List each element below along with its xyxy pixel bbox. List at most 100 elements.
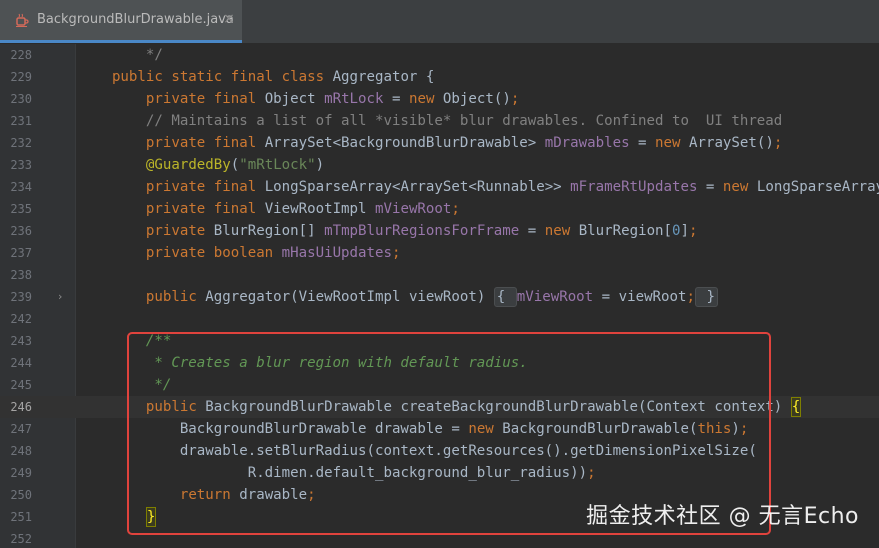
- code-token: ;: [773, 135, 783, 151]
- code-token: mViewRoot: [516, 289, 594, 305]
- tab-title: BackgroundBlurDrawable.java: [37, 12, 234, 27]
- code-token: new: [722, 179, 757, 195]
- fold-chevron-icon[interactable]: ›: [58, 286, 68, 308]
- code-token: private final: [145, 91, 265, 107]
- code-token: private: [145, 223, 214, 239]
- code-text: public Aggregator(ViewRootImpl viewRoot)…: [78, 286, 718, 308]
- line-number: 251: [10, 510, 32, 524]
- code-token: private boolean: [145, 245, 282, 261]
- code-token: BlurRegion[: [578, 223, 673, 239]
- line-number: 246: [10, 400, 32, 414]
- code-text: private final ViewRootImpl mViewRoot;: [78, 198, 460, 220]
- code-token: public: [145, 289, 206, 305]
- code-line[interactable]: 229 public static final class Aggregator…: [0, 66, 879, 88]
- line-number: 234: [10, 180, 32, 194]
- code-token: =: [383, 91, 409, 107]
- code-token: ;: [391, 245, 401, 261]
- code-token: new: [655, 135, 689, 151]
- code-token: ArraySet<BackgroundBlurDrawable>: [264, 135, 545, 151]
- code-token: ): [315, 157, 325, 173]
- line-number: 245: [10, 378, 32, 392]
- code-editor[interactable]: 228 */229 public static final class Aggr…: [0, 44, 879, 548]
- matched-brace: {: [790, 397, 802, 417]
- code-token: LongSparseArray(): [756, 179, 879, 195]
- line-number: 231: [10, 114, 32, 128]
- code-token: BlurRegion[]: [213, 223, 325, 239]
- java-file-icon: [14, 12, 30, 28]
- tab-backgroundblurdrawable-java[interactable]: BackgroundBlurDrawable.java ×: [0, 0, 242, 43]
- code-token: "mRtLock": [239, 157, 316, 173]
- code-text: private final LongSparseArray<ArraySet<R…: [78, 176, 879, 198]
- code-token: @GuardedBy: [145, 157, 231, 173]
- line-number: 237: [10, 246, 32, 260]
- line-number: 250: [10, 488, 32, 502]
- code-token: Object: [264, 91, 325, 107]
- code-text: private boolean mHasUiUpdates;: [78, 242, 401, 264]
- code-token: ViewRootImpl: [264, 201, 375, 217]
- close-icon[interactable]: ×: [222, 10, 236, 28]
- code-text: private final Object mRtLock = new Objec…: [78, 88, 519, 110]
- code-token: =: [629, 135, 656, 151]
- code-text: // Maintains a list of all *visible* blu…: [78, 110, 782, 132]
- code-line[interactable]: 238: [0, 264, 879, 286]
- code-token: (: [230, 157, 240, 173]
- code-token: ArraySet(): [688, 135, 774, 151]
- code-line[interactable]: 230 private final Object mRtLock = new O…: [0, 88, 879, 110]
- code-line[interactable]: 236 private BlurRegion[] mTmpBlurRegions…: [0, 220, 879, 242]
- code-token: ]: [680, 223, 690, 239]
- code-token: new: [408, 91, 443, 107]
- code-token: new: [544, 223, 579, 239]
- code-token: =: [519, 223, 545, 239]
- line-number: 233: [10, 158, 32, 172]
- code-token: 0: [672, 223, 681, 239]
- code-line[interactable]: 231 // Maintains a list of all *visible*…: [0, 110, 879, 132]
- code-token: private final: [145, 179, 265, 195]
- code-line[interactable]: 237 private boolean mHasUiUpdates;: [0, 242, 879, 264]
- code-token: Object(): [442, 91, 511, 107]
- line-number: 243: [10, 334, 32, 348]
- code-token: mViewRoot: [375, 201, 452, 217]
- folded-region-marker[interactable]: {: [493, 287, 517, 307]
- line-number: 248: [10, 444, 32, 458]
- line-number: 229: [10, 70, 32, 84]
- code-text: private final ArraySet<BackgroundBlurDra…: [78, 132, 782, 154]
- code-token: = viewRoot: [593, 289, 687, 305]
- code-token: public static final class: [78, 69, 333, 85]
- code-token: // Maintains a list of all *visible* blu…: [78, 113, 783, 129]
- code-line[interactable]: 234 private final LongSparseArray<ArrayS…: [0, 176, 879, 198]
- code-token: mRtLock: [324, 91, 384, 107]
- line-number: 235: [10, 202, 32, 216]
- code-token: ;: [451, 201, 460, 217]
- code-line[interactable]: 239 › public Aggregator(ViewRootImpl view…: [0, 286, 879, 308]
- code-token: ;: [510, 91, 520, 107]
- code-token: */: [78, 47, 163, 63]
- code-line[interactable]: 228 */: [0, 44, 879, 66]
- line-number: 228: [10, 48, 32, 62]
- line-number: 230: [10, 92, 32, 106]
- code-text: public static final class Aggregator {: [78, 66, 434, 88]
- code-token: LongSparseArray<ArraySet<Runnable>>: [264, 179, 571, 195]
- code-token: mHasUiUpdates: [281, 245, 392, 261]
- code-token: mFrameRtUpdates: [570, 179, 698, 195]
- code-token: ;: [686, 289, 696, 305]
- folded-region-marker[interactable]: }: [695, 287, 718, 307]
- code-line[interactable]: 232 private final ArraySet<BackgroundBlu…: [0, 132, 879, 154]
- line-number: 242: [10, 312, 32, 326]
- line-number: 247: [10, 422, 32, 436]
- line-number: 252: [10, 532, 32, 546]
- code-token: mTmpBlurRegionsForFrame: [324, 223, 520, 239]
- line-number: 238: [10, 268, 32, 282]
- code-token: =: [697, 179, 723, 195]
- code-line[interactable]: 235 private final ViewRootImpl mViewRoot…: [0, 198, 879, 220]
- line-number: 232: [10, 136, 32, 150]
- code-line[interactable]: 242: [0, 308, 879, 330]
- line-number: 236: [10, 224, 32, 238]
- code-line[interactable]: 233 @GuardedBy("mRtLock"): [0, 154, 879, 176]
- line-number: 239: [10, 290, 32, 304]
